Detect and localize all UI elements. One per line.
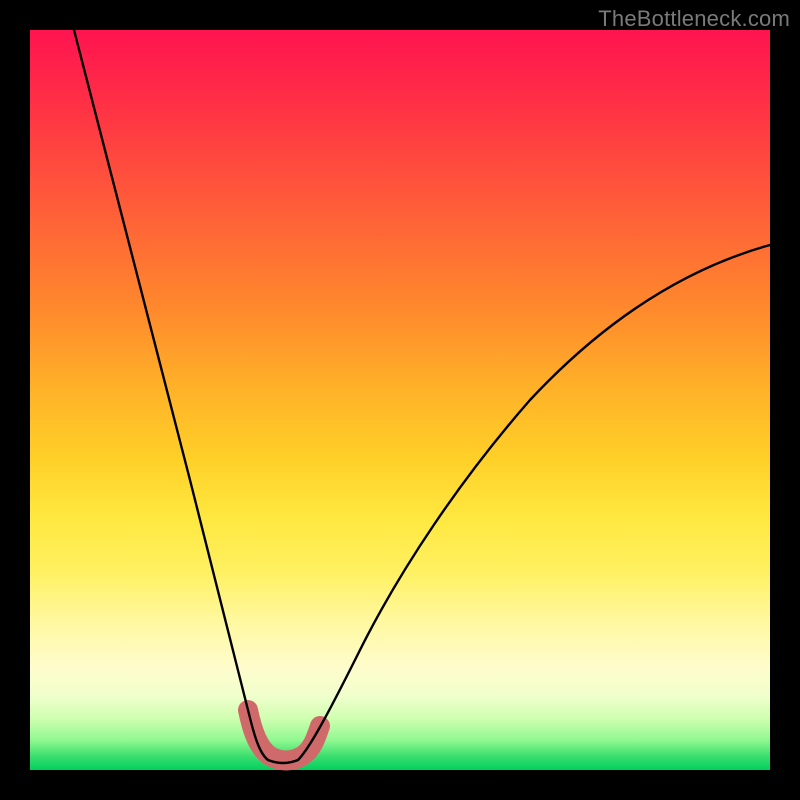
curve-left-branch [74,30,268,760]
valley-marker [248,710,320,761]
chart-frame: TheBottleneck.com [0,0,800,800]
watermark-text: TheBottleneck.com [598,6,790,32]
curve-right-branch [298,245,770,760]
chart-curves [30,30,770,770]
plot-area [30,30,770,770]
